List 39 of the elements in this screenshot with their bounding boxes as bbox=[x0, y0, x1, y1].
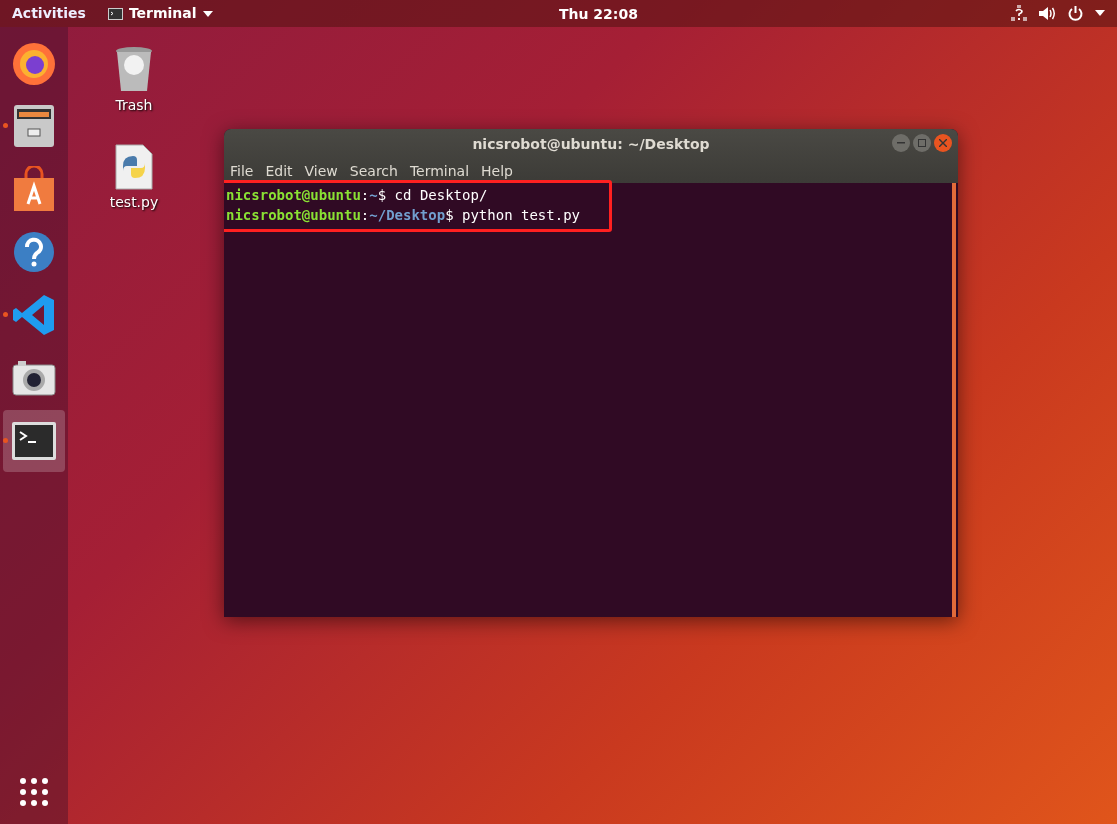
caret-icon bbox=[202, 10, 213, 17]
menu-item[interactable]: Edit bbox=[265, 161, 293, 182]
code-editor-icon bbox=[12, 292, 56, 337]
running-indicator bbox=[3, 438, 8, 443]
running-indicator bbox=[3, 123, 8, 128]
python-file-icon bbox=[115, 144, 153, 190]
app-grid-icon[interactable] bbox=[19, 777, 49, 807]
terminal-line: nicsrobot@ubuntu:~/Desktop$ python test.py bbox=[226, 206, 580, 225]
desktop-icon-label[interactable]: test.py bbox=[109, 192, 159, 213]
help-icon bbox=[13, 230, 55, 273]
app-menu[interactable]: Terminal bbox=[107, 3, 213, 24]
power-icon bbox=[1068, 5, 1083, 21]
terminal-icon bbox=[11, 420, 57, 461]
menu-item[interactable]: View bbox=[304, 161, 338, 182]
dock-item[interactable] bbox=[3, 409, 65, 472]
volume-icon bbox=[1039, 5, 1056, 21]
close-icon bbox=[939, 139, 947, 147]
file-cabinet-icon bbox=[12, 102, 56, 149]
terminal-line: nicsrobot@ubuntu:~$ cd Desktop/ bbox=[226, 186, 488, 205]
running-indicator bbox=[3, 312, 8, 317]
caret-icon bbox=[1095, 10, 1105, 16]
camera-icon bbox=[12, 359, 56, 396]
activities-button[interactable]: Activities bbox=[12, 3, 86, 24]
menu-item[interactable]: Terminal bbox=[409, 161, 470, 182]
clock[interactable]: Thu 22:08 bbox=[559, 4, 638, 25]
minimize-icon bbox=[897, 142, 905, 144]
shopping-bag-icon bbox=[12, 165, 56, 212]
close-button[interactable] bbox=[934, 134, 952, 152]
maximize-button[interactable] bbox=[913, 134, 931, 152]
maximize-icon bbox=[918, 139, 926, 147]
terminal-icon bbox=[107, 7, 123, 20]
minimize-button[interactable] bbox=[892, 134, 910, 152]
menu-item[interactable]: File bbox=[230, 161, 254, 182]
trash-can-icon bbox=[114, 45, 154, 93]
menu-item[interactable]: Help bbox=[481, 161, 513, 182]
menu-item[interactable]: Search bbox=[349, 161, 398, 182]
desktop-icon-label[interactable]: Trash bbox=[115, 95, 153, 116]
window-title: nicsrobot@ubuntu: ~/Desktop bbox=[472, 134, 710, 154]
network-unknown-icon bbox=[1011, 5, 1027, 21]
